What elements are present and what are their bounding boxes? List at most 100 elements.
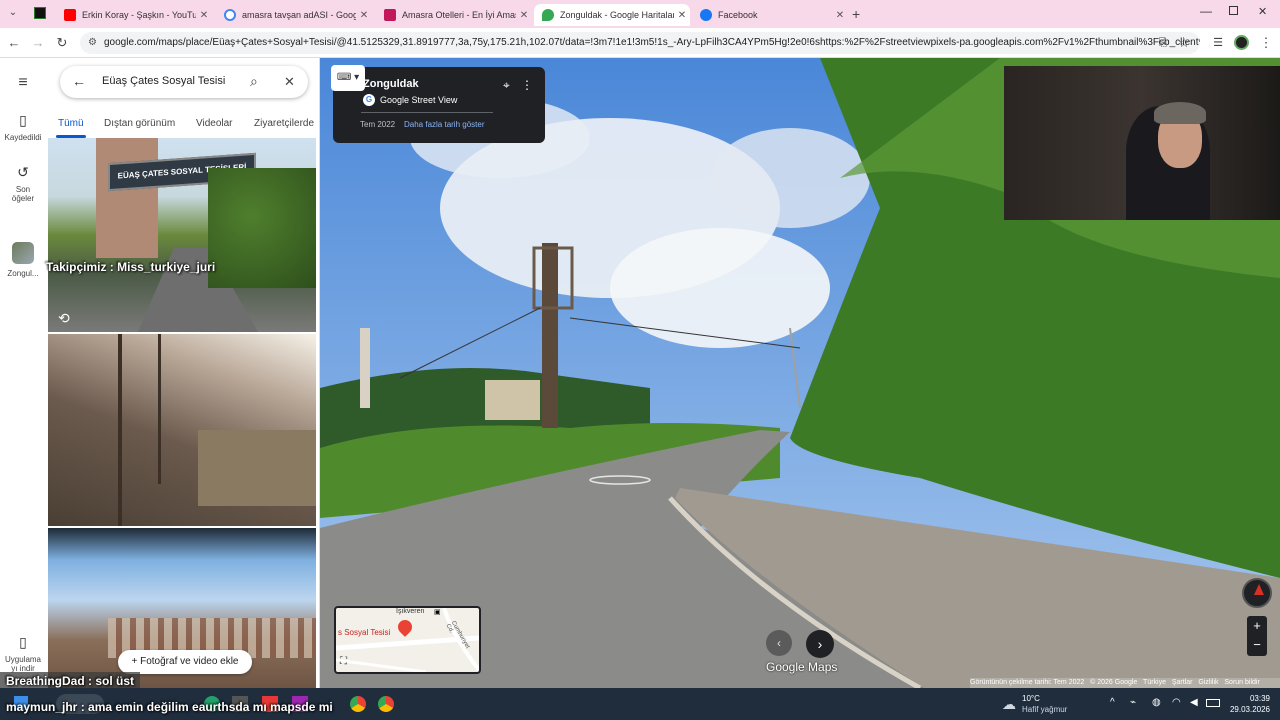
hamburger-menu-icon[interactable]: ≡ — [0, 74, 46, 92]
expand-map-icon[interactable]: ⛶ — [340, 656, 347, 667]
close-tab-icon[interactable]: ✕ — [516, 10, 532, 21]
google-icon — [224, 9, 236, 21]
facebook-icon — [700, 9, 712, 21]
close-window-button[interactable]: ✕ — [1258, 5, 1267, 18]
chimney — [360, 328, 370, 408]
terms-link[interactable]: Şartlar — [1172, 679, 1193, 686]
zoom-in-button[interactable]: + — [1247, 616, 1267, 636]
back-arrow-icon[interactable]: ← — [72, 73, 86, 89]
google-g-icon: G — [363, 94, 375, 106]
microphone-icon[interactable]: ◍ — [1152, 697, 1161, 708]
recent-button[interactable]: ↺ Son öğeler — [0, 164, 46, 203]
tab-visitors[interactable]: Ziyaretçilerde — [254, 118, 314, 129]
browser-menu-icon[interactable]: ⋮ — [1258, 35, 1274, 51]
profile-avatar[interactable] — [1234, 35, 1249, 50]
more-options-icon[interactable]: ⋮ — [521, 78, 533, 92]
place-name: Zonguldak — [363, 78, 419, 90]
previous-arrow-button[interactable]: ‹ — [766, 630, 792, 656]
compass-needle-icon — [1254, 584, 1264, 595]
tab-videos[interactable]: Videolar — [196, 118, 233, 129]
minimap[interactable]: Işıkveren ▣ s Sosyal Tesisi Cumhuriyet C… — [334, 606, 481, 674]
privacy-link[interactable]: Gizlilik — [1198, 679, 1218, 686]
clock-date[interactable]: 29.03.2026 — [1226, 705, 1270, 714]
more-dates-link[interactable]: Daha fazla tarih göster — [404, 120, 485, 129]
bus-stop-icon: ▣ — [434, 609, 441, 616]
country-link[interactable]: Türkiye — [1143, 679, 1166, 686]
building — [198, 430, 316, 506]
search-icon[interactable]: ⌕ — [250, 73, 258, 90]
volume-icon[interactable]: ◀ — [1190, 697, 1198, 708]
browser-tab-strip: ⌄ Erkin Koray - Şaşkın - YouTube ✕ amasr… — [0, 0, 1280, 28]
bare-tree — [158, 334, 161, 484]
forward-button[interactable]: → — [30, 35, 46, 51]
address-toolbar: ← → ↻ ⚙ google.com/maps/place/Eüaş+Çates… — [0, 28, 1280, 58]
close-tab-icon[interactable]: ✕ — [196, 10, 212, 21]
tab-search-icon[interactable]: ⌄ — [6, 7, 20, 21]
address-bar[interactable]: ⚙ google.com/maps/place/Eüaş+Çates+Sosya… — [80, 32, 1200, 54]
weather-desc[interactable]: Hafif yağmur — [1022, 705, 1067, 714]
street-view-360-icon: ⟲ — [58, 310, 70, 326]
reload-button[interactable]: ↻ — [54, 35, 70, 51]
maps-pin-icon — [542, 9, 554, 21]
network-icon[interactable]: ⌁ — [1130, 697, 1136, 708]
tab-google-search[interactable]: amasra tavşan adASI - Google' ✕ — [216, 4, 372, 26]
place-photo[interactable] — [48, 334, 316, 526]
get-app-button[interactable]: ▯ Uygulama yı indir — [0, 634, 46, 673]
site-info-icon[interactable]: ⚙ — [88, 32, 97, 54]
wifi-icon[interactable]: ◠ — [1172, 697, 1181, 708]
minimize-button[interactable]: — — [1200, 4, 1212, 18]
search-box[interactable]: ← Eüaş Çates Sosyal Tesisi ⌕ ✕ — [60, 66, 308, 98]
tray-chevron-icon[interactable]: ^ — [1110, 697, 1115, 708]
tab-all[interactable]: Tümü — [58, 118, 84, 129]
weather-temp[interactable]: 10°C — [1022, 694, 1040, 703]
google-maps-logo: Google Maps — [766, 660, 838, 674]
new-tab-button[interactable]: + — [852, 6, 860, 22]
tab-facebook[interactable]: Facebook ✕ — [692, 4, 848, 26]
street-view-info-card: ⌨ ▾ Zonguldak G Google Street View ⌖ ⋮ T… — [331, 65, 545, 143]
install-app-icon[interactable]: ⎘ — [1155, 35, 1171, 51]
keyboard-toggle-button[interactable]: ⌨ ▾ — [331, 65, 365, 91]
minimap-label-street: Işıkveren — [396, 608, 425, 615]
hotel-site-icon — [384, 9, 396, 21]
tab-google-maps[interactable]: Zonguldak - Google Haritalar ✕ — [534, 4, 690, 26]
tab-hotels[interactable]: Amasra Otelleri - En İyi Amasra ✕ — [376, 4, 532, 26]
search-query[interactable]: Eüaş Çates Sosyal Tesisi — [102, 75, 225, 87]
webcam-overlay — [1004, 66, 1280, 220]
phone-icon: ▯ — [19, 634, 27, 650]
saved-button[interactable]: ▯ Kaydedildi — [0, 112, 46, 142]
saved-label: Kaydedildi — [4, 133, 42, 142]
add-photo-button[interactable]: + Fotoğraf ve video ekle — [118, 650, 252, 674]
tab-youtube[interactable]: Erkin Koray - Şaşkın - YouTube ✕ — [56, 4, 212, 26]
place-photo[interactable]: + Fotoğraf ve video ekle — [48, 528, 316, 688]
recent-label-line2: öğeler — [11, 194, 35, 203]
back-button[interactable]: ← — [6, 35, 22, 51]
maximize-button[interactable] — [1229, 6, 1238, 15]
tab-title: amasra tavşan adASI - Google' — [242, 10, 356, 20]
close-tab-icon[interactable]: ✕ — [674, 10, 690, 21]
place-photo[interactable]: EÜAŞ ÇATES SOSYAL TESİSLERİ ⟲ — [48, 138, 316, 332]
zoom-out-button[interactable]: − — [1247, 636, 1267, 656]
chrome-icon[interactable] — [350, 696, 366, 712]
bookmark-star-icon[interactable]: ☆ — [1176, 35, 1192, 51]
close-tab-icon[interactable]: ✕ — [832, 10, 848, 21]
stream-chat-overlay: Takipçimiz : Miss_turkiye_juri — [46, 260, 216, 274]
clear-search-icon[interactable]: ✕ — [284, 74, 295, 90]
clock-time[interactable]: 03:39 — [1230, 694, 1270, 703]
street-view-canvas[interactable]: + − ‹ › Google Maps Görüntünün çekilme t… — [320, 58, 1280, 688]
copyright: © 2026 Google — [1090, 679, 1138, 686]
tab-app-icon[interactable] — [34, 7, 46, 19]
tab-exterior[interactable]: Dıştan görünüm — [104, 118, 175, 129]
report-link[interactable]: Sorun bildir — [1224, 679, 1259, 686]
capture-date-label: Tem 2022 — [360, 120, 396, 129]
bare-tree — [118, 334, 122, 526]
trees — [208, 168, 316, 288]
location-pin-icon[interactable]: ⌖ — [503, 78, 510, 93]
plus-icon: + — [131, 656, 141, 667]
compass[interactable] — [1242, 578, 1272, 608]
recent-place-zonguldak[interactable]: Zongul... — [0, 242, 46, 278]
battery-icon[interactable] — [1206, 699, 1220, 707]
close-tab-icon[interactable]: ✕ — [356, 10, 372, 21]
chrome-active-icon[interactable] — [378, 696, 394, 712]
next-arrow-button[interactable]: › — [806, 630, 834, 658]
reading-list-icon[interactable]: ☰ — [1210, 35, 1226, 51]
